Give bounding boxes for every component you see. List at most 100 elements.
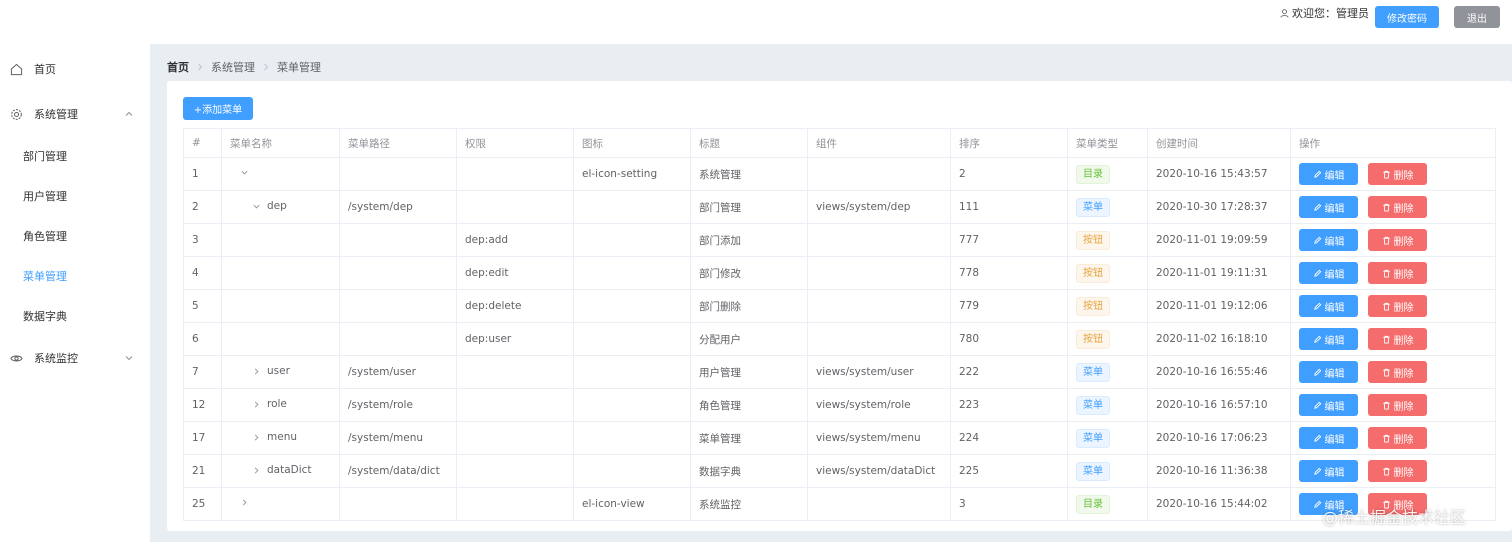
cell-path <box>339 256 457 290</box>
delete-button[interactable]: 删除 <box>1368 196 1427 218</box>
sidebar-item-label: 系统管理 <box>34 108 78 121</box>
delete-button[interactable]: 删除 <box>1368 295 1427 317</box>
menu-type-tag: 菜单 <box>1076 461 1110 481</box>
cell-created: 2020-11-01 19:09:59 <box>1147 223 1291 257</box>
menu-table: # 菜单名称 菜单路径 权限 图标 标题 组件 排序 菜单类型 创建时间 操作 … <box>183 128 1496 521</box>
chevron-right-icon <box>264 63 269 71</box>
main-content: 首页 系统管理 菜单管理 +添加菜单 # 菜单名称 菜单路径 权限 图标 标题 … <box>150 44 1512 542</box>
edit-button[interactable]: 编辑 <box>1299 394 1358 416</box>
delete-button[interactable]: 删除 <box>1368 262 1427 284</box>
cell-icon <box>573 223 691 257</box>
sidebar-item-dept[interactable]: 部门管理 <box>0 136 150 176</box>
trash-icon <box>1382 302 1390 311</box>
trash-icon <box>1382 170 1390 179</box>
col-header-perm: 权限 <box>456 128 574 158</box>
cell-sort: 225 <box>950 454 1068 488</box>
edit-icon <box>1313 236 1321 244</box>
chevron-right-icon[interactable] <box>252 466 261 475</box>
menu-name: dataDict <box>267 464 312 477</box>
edit-button[interactable]: 编辑 <box>1299 328 1358 350</box>
cell-name: user <box>221 355 340 389</box>
cell-title: 分配用户 <box>690 322 808 356</box>
delete-button[interactable]: 删除 <box>1368 460 1427 482</box>
menu-type-tag: 目录 <box>1076 164 1110 184</box>
chevron-right-icon <box>198 63 203 71</box>
edit-button[interactable]: 编辑 <box>1299 295 1358 317</box>
edit-icon <box>1313 269 1321 277</box>
sidebar-item-roles[interactable]: 角色管理 <box>0 216 150 256</box>
delete-button[interactable]: 删除 <box>1368 394 1427 416</box>
chevron-right-icon[interactable] <box>252 400 261 409</box>
cell-component: views/system/dataDict <box>807 454 951 488</box>
menu-type-tag: 菜单 <box>1076 428 1110 448</box>
col-header-actions: 操作 <box>1290 128 1496 158</box>
breadcrumb-home[interactable]: 首页 <box>167 59 189 75</box>
chevron-down-icon[interactable] <box>252 202 261 211</box>
sidebar-item-monitor[interactable]: 系统监控 <box>0 338 150 378</box>
eye-icon <box>10 355 23 361</box>
cell-sort: 780 <box>950 322 1068 356</box>
edit-button[interactable]: 编辑 <box>1299 427 1358 449</box>
cell-title: 部门添加 <box>690 223 808 257</box>
sidebar-item-dict[interactable]: 数据字典 <box>0 296 150 336</box>
sidebar-item-system[interactable]: 系统管理 <box>0 94 150 134</box>
cell-perm <box>456 388 574 422</box>
sidebar-item-home[interactable]: 首页 <box>0 49 150 89</box>
table-row: 3 dep:add 部门添加 777 按钮 2020-11-01 19:09:59 编辑 删除 <box>183 223 1496 257</box>
cell-index: 1 <box>183 157 222 191</box>
cell-perm: dep:edit <box>456 256 574 290</box>
delete-button[interactable]: 删除 <box>1368 361 1427 383</box>
edit-icon <box>1313 302 1321 310</box>
edit-button[interactable]: 编辑 <box>1299 460 1358 482</box>
chevron-right-icon[interactable] <box>252 367 261 376</box>
edit-button[interactable]: 编辑 <box>1299 361 1358 383</box>
cell-created: 2020-10-16 15:44:02 <box>1147 487 1291 521</box>
delete-button[interactable]: 删除 <box>1368 427 1427 449</box>
cell-created: 2020-10-16 11:36:38 <box>1147 454 1291 488</box>
delete-button[interactable]: 删除 <box>1368 163 1427 185</box>
table-row: 17 menu/system/menu 菜单管理 views/system/menu 2… <box>183 421 1496 455</box>
cell-perm <box>456 454 574 488</box>
chevron-down-icon[interactable] <box>240 168 249 177</box>
cell-index: 25 <box>183 487 222 521</box>
sidebar-item-users[interactable]: 用户管理 <box>0 176 150 216</box>
cell-path: /system/data/dict <box>339 454 457 488</box>
cell-name: menu <box>221 421 340 455</box>
change-password-button[interactable]: 修改密码 <box>1375 6 1439 28</box>
delete-button[interactable]: 删除 <box>1368 328 1427 350</box>
cell-name: dep <box>221 190 340 224</box>
edit-button[interactable]: 编辑 <box>1299 163 1358 185</box>
edit-button[interactable]: 编辑 <box>1299 262 1358 284</box>
add-menu-button[interactable]: +添加菜单 <box>183 97 253 120</box>
cell-perm: dep:user <box>456 322 574 356</box>
menu-type-tag: 按钮 <box>1076 230 1110 250</box>
cell-index: 7 <box>183 355 222 389</box>
cell-component <box>807 289 951 323</box>
menu-type-tag: 菜单 <box>1076 197 1110 217</box>
chevron-right-icon[interactable] <box>240 498 249 507</box>
content-card: +添加菜单 # 菜单名称 菜单路径 权限 图标 标题 组件 排序 菜单类型 创建… <box>167 81 1512 531</box>
cell-icon <box>573 355 691 389</box>
cell-sort: 224 <box>950 421 1068 455</box>
col-header-component: 组件 <box>807 128 951 158</box>
edit-button[interactable]: 编辑 <box>1299 229 1358 251</box>
col-header-path: 菜单路径 <box>339 128 457 158</box>
table-row: 1 el-icon-setting 系统管理 2 目录 2020-10-16 15:43:… <box>183 157 1496 191</box>
chevron-right-icon[interactable] <box>252 433 261 442</box>
cell-name <box>221 157 340 191</box>
logout-button[interactable]: 退出 <box>1454 6 1500 28</box>
edit-button[interactable]: 编辑 <box>1299 196 1358 218</box>
cell-sort: 779 <box>950 289 1068 323</box>
trash-icon <box>1382 335 1390 344</box>
cell-component <box>807 157 951 191</box>
cell-path: /system/user <box>339 355 457 389</box>
sidebar-item-menus[interactable]: 菜单管理 <box>0 256 150 296</box>
cell-actions: 编辑 删除 <box>1290 256 1496 290</box>
cell-perm <box>456 487 574 521</box>
cell-icon: el-icon-setting <box>573 157 691 191</box>
cell-name <box>221 289 340 323</box>
cell-type: 按钮 <box>1067 289 1148 323</box>
trash-icon <box>1382 434 1390 443</box>
delete-button[interactable]: 删除 <box>1368 229 1427 251</box>
cell-title: 部门修改 <box>690 256 808 290</box>
